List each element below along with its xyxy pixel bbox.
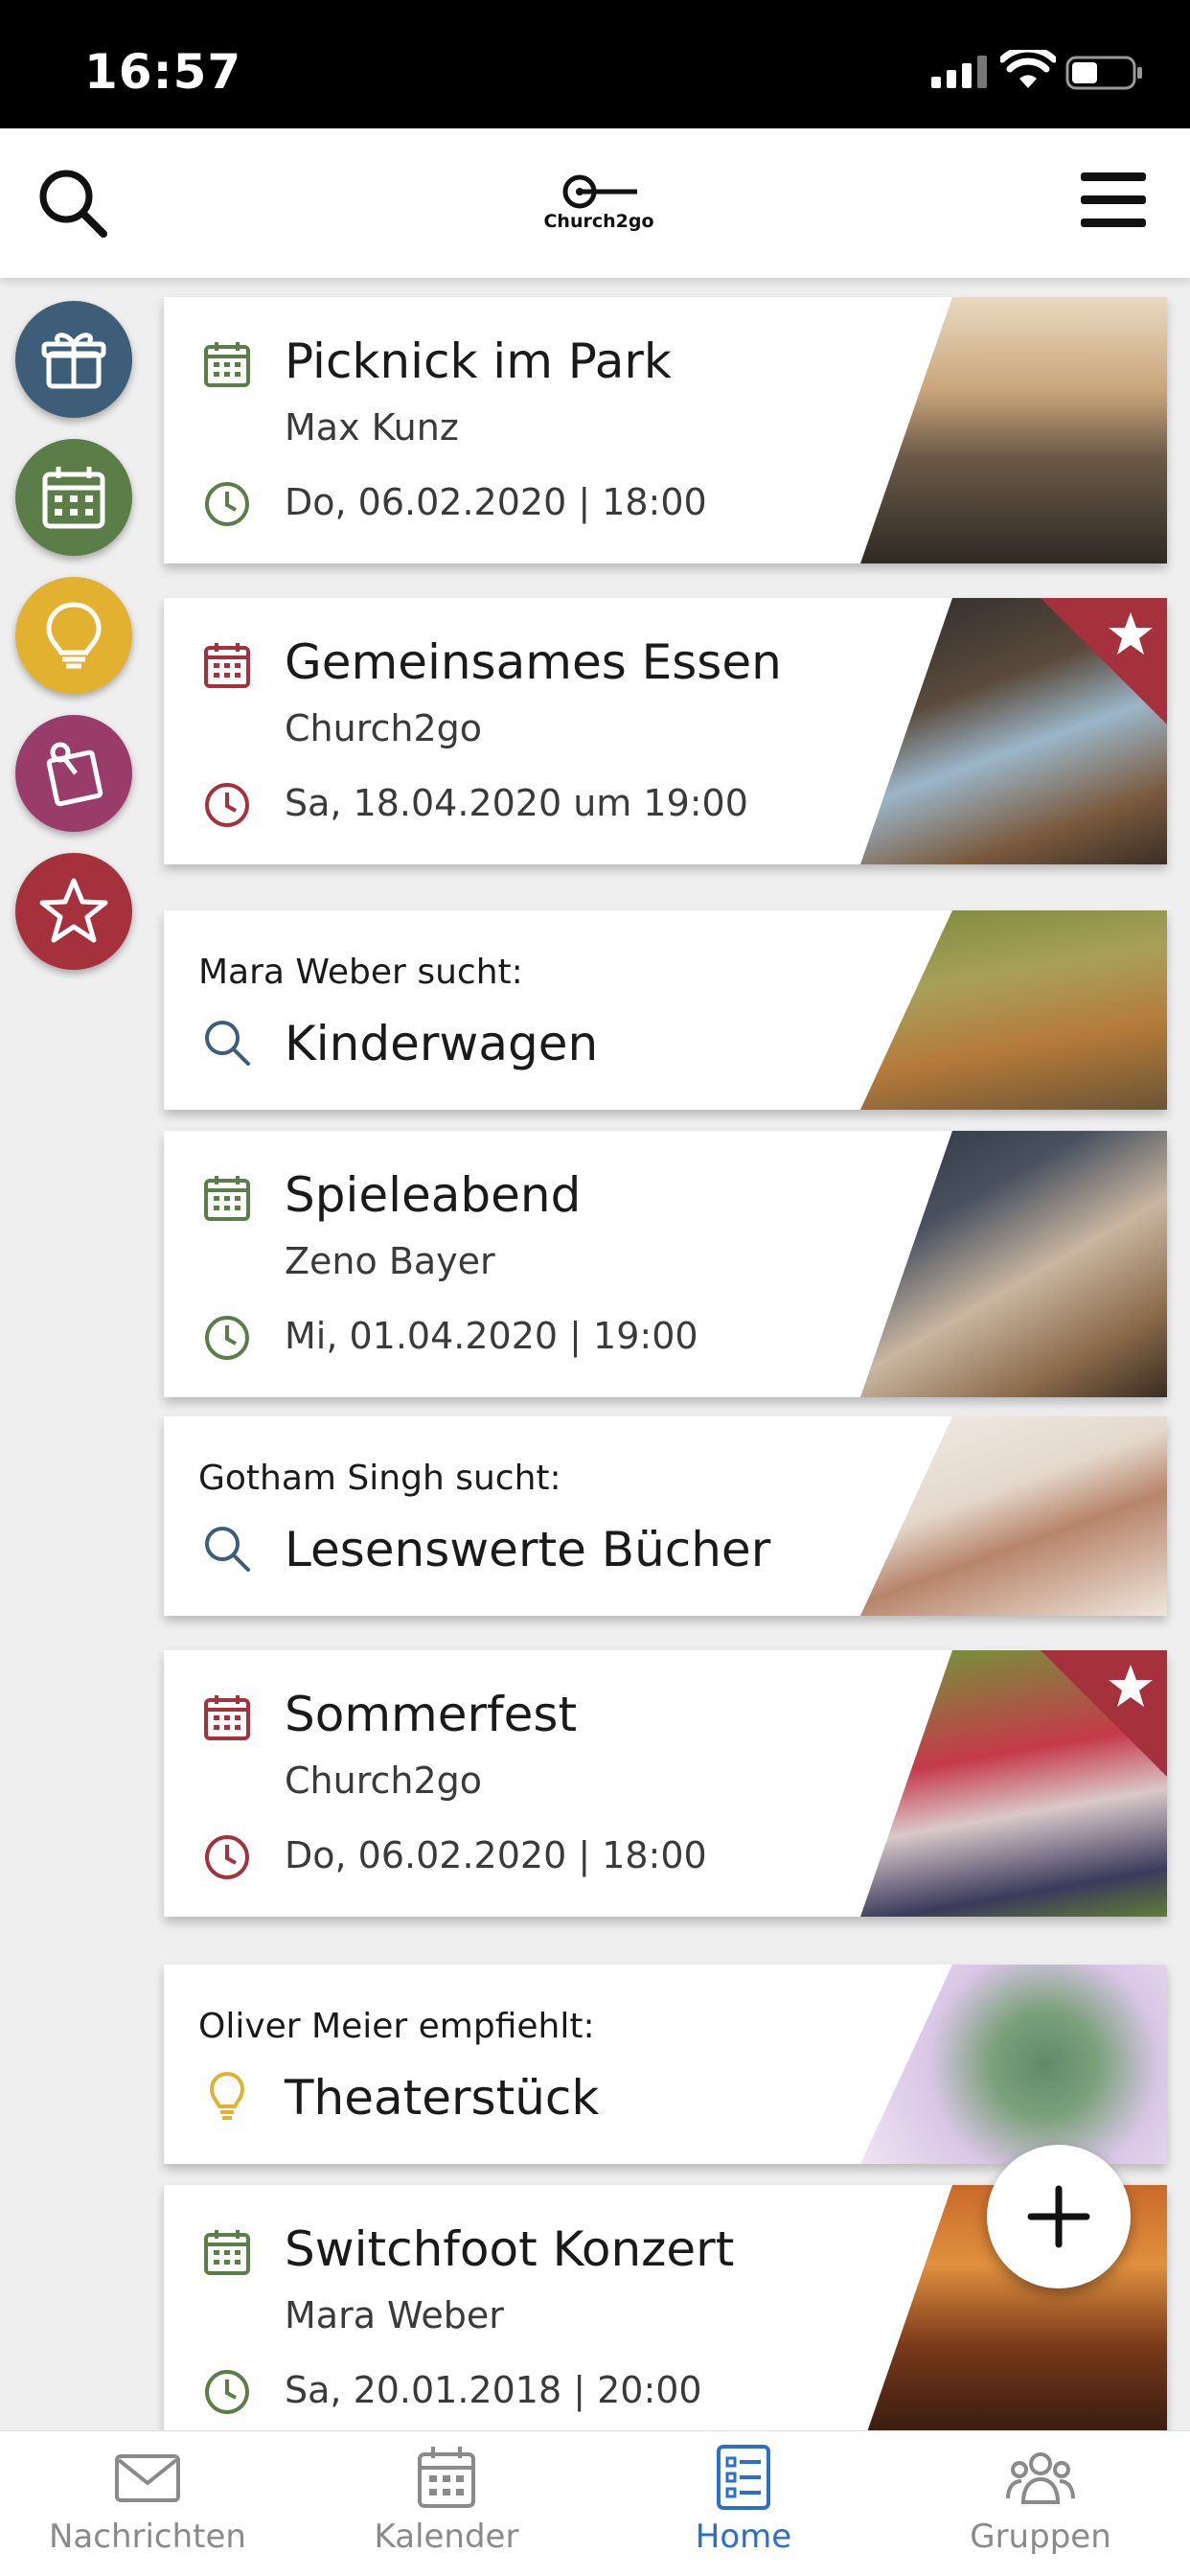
clock-icon — [202, 479, 252, 529]
event-organizer: Max Kunz — [285, 406, 459, 448]
battery-icon — [1065, 56, 1142, 90]
request-lead: Mara Weber sucht: — [198, 953, 523, 992]
signal-icon — [931, 56, 987, 88]
tab-label: Gruppen — [970, 2518, 1111, 2556]
recommendation-person: Oliver Meier — [198, 2007, 408, 2046]
event-title: Picknick im Park — [285, 334, 672, 389]
event-datetime: Sa, 20.01.2018 | 20:00 — [285, 2369, 702, 2411]
calendar-icon — [202, 2227, 252, 2277]
star-icon — [39, 878, 108, 943]
plus-icon — [1027, 2185, 1090, 2248]
recommendation-card-theater[interactable]: Oliver Meier empfiehlt: Theaterstück — [164, 1965, 1167, 2164]
request-card-buecher[interactable]: Gotham Singh sucht: Lesenswerte Bücher — [164, 1416, 1167, 1616]
group-icon — [1006, 2452, 1075, 2504]
event-datetime: Mi, 01.04.2020 | 19:00 — [285, 1315, 698, 1357]
calendar-icon — [202, 1173, 252, 1223]
tab-label: Home — [695, 2518, 792, 2556]
search-icon[interactable] — [36, 167, 109, 240]
star-icon — [1109, 1665, 1153, 1707]
calendar-icon — [202, 1692, 252, 1742]
envelope-icon — [115, 2454, 180, 2502]
event-organizer: Church2go — [285, 707, 483, 749]
pinned-note-icon — [46, 742, 103, 807]
recommendation-lead: Oliver Meier empfiehlt: — [198, 2007, 595, 2046]
request-verb: sucht: — [455, 1459, 561, 1498]
filter-requests-button[interactable] — [15, 715, 132, 832]
logo-key-icon — [562, 174, 637, 209]
event-card-spieleabend[interactable]: Spieleabend Zeno Bayer Mi, 01.04.2020 | … — [164, 1131, 1167, 1397]
app-wordmark: Church2go — [543, 211, 654, 232]
event-title: Spieleabend — [285, 1167, 582, 1223]
request-person: Gotham Singh — [198, 1459, 445, 1498]
request-title: Lesenswerte Bücher — [285, 1522, 771, 1577]
calendar-icon — [202, 640, 252, 690]
event-image — [860, 1131, 1167, 1397]
event-card-essen[interactable]: Gemeinsames Essen Church2go Sa, 18.04.20… — [164, 598, 1167, 864]
lightbulb-icon — [46, 602, 102, 669]
request-image — [860, 910, 1167, 1110]
request-image — [860, 1416, 1167, 1616]
tab-kalender[interactable]: Kalender — [332, 2445, 561, 2569]
event-organizer: Mara Weber — [285, 2294, 504, 2336]
request-lead: Gotham Singh sucht: — [198, 1459, 561, 1498]
tab-label: Kalender — [374, 2518, 519, 2556]
clock-icon — [202, 2367, 252, 2417]
tab-label: Nachrichten — [49, 2518, 246, 2556]
gift-icon — [41, 333, 106, 389]
filter-favorites-button[interactable] — [15, 853, 132, 970]
add-button[interactable] — [987, 2145, 1131, 2288]
request-title: Kinderwagen — [285, 1016, 599, 1071]
wifi-icon — [1000, 50, 1056, 88]
status-time: 16:57 — [84, 44, 242, 100]
recommendation-image — [860, 1965, 1167, 2164]
tab-gruppen[interactable]: Gruppen — [926, 2445, 1156, 2569]
app-header: Church2go — [0, 128, 1190, 278]
event-datetime: Do, 06.02.2020 | 18:00 — [285, 1834, 707, 1876]
app-logo: Church2go — [517, 167, 680, 253]
bottom-tab-bar: Nachrichten Kalender Home Gruppen — [0, 2430, 1190, 2576]
event-card-picknick[interactable]: Picknick im Park Max Kunz Do, 06.02.2020… — [164, 297, 1167, 564]
clock-icon — [202, 1832, 252, 1882]
calendar-icon — [202, 339, 252, 389]
list-icon — [717, 2445, 770, 2510]
event-image — [860, 297, 1167, 564]
lightbulb-icon — [202, 2070, 252, 2120]
search-icon — [202, 1524, 252, 1574]
tab-home[interactable]: Home — [629, 2445, 858, 2569]
request-person: Mara Weber — [198, 953, 406, 992]
calendar-icon — [418, 2447, 475, 2508]
event-datetime: Sa, 18.04.2020 um 19:00 — [285, 782, 748, 824]
request-card-kinderwagen[interactable]: Mara Weber sucht: Kinderwagen — [164, 910, 1167, 1110]
request-verb: sucht: — [417, 953, 523, 992]
filter-recommendations-button[interactable] — [15, 577, 132, 694]
search-icon — [202, 1018, 252, 1068]
event-card-sommerfest[interactable]: Sommerfest Church2go Do, 06.02.2020 | 18… — [164, 1650, 1167, 1917]
tab-nachrichten[interactable]: Nachrichten — [33, 2445, 263, 2569]
event-organizer: Church2go — [285, 1760, 483, 1802]
star-icon — [1109, 612, 1153, 655]
event-datetime: Do, 06.02.2020 | 18:00 — [285, 481, 707, 523]
status-bar: 16:57 — [0, 0, 1190, 128]
calendar-icon — [42, 467, 105, 529]
filter-gifts-button[interactable] — [15, 301, 132, 418]
filter-events-button[interactable] — [15, 439, 132, 556]
event-title: Switchfoot Konzert — [285, 2221, 735, 2277]
recommendation-title: Theaterstück — [285, 2070, 600, 2126]
clock-icon — [202, 1313, 252, 1363]
clock-icon — [202, 780, 252, 830]
hamburger-menu-icon[interactable] — [1079, 169, 1148, 232]
event-organizer: Zeno Bayer — [285, 1240, 495, 1282]
recommendation-verb: empfiehlt: — [418, 2007, 595, 2046]
event-title: Gemeinsames Essen — [285, 634, 782, 690]
event-title: Sommerfest — [285, 1687, 578, 1742]
